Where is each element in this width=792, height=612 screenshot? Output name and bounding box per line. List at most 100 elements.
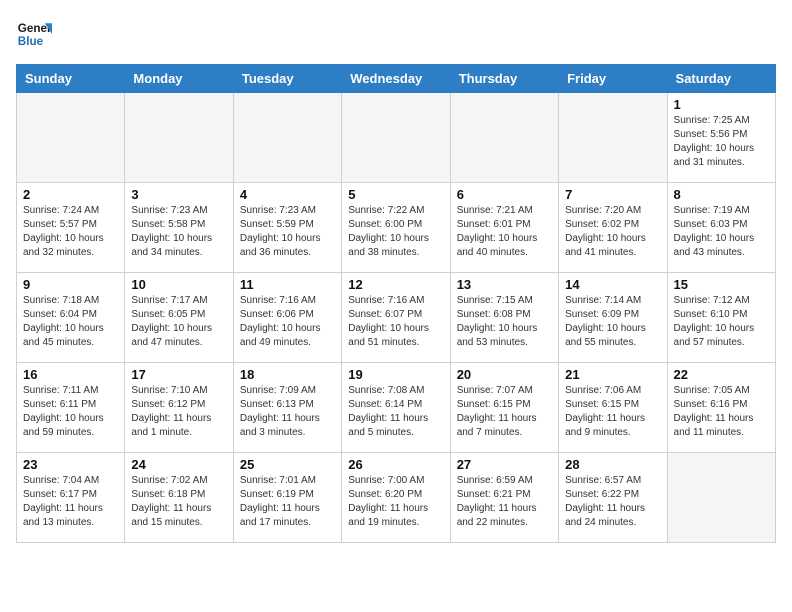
- day-number: 16: [23, 367, 118, 382]
- day-info: Sunrise: 7:18 AM Sunset: 6:04 PM Dayligh…: [23, 294, 118, 350]
- day-info: Sunrise: 7:01 AM Sunset: 6:19 PM Dayligh…: [240, 474, 335, 530]
- day-info: Sunrise: 7:11 AM Sunset: 6:11 PM Dayligh…: [23, 384, 118, 440]
- week-row-3: 9 Sunrise: 7:18 AM Sunset: 6:04 PM Daylig…: [17, 273, 776, 363]
- day-number: 14: [565, 277, 660, 292]
- day-number: 13: [457, 277, 552, 292]
- calendar-cell: 28 Sunrise: 6:57 AM Sunset: 6:22 PM Dayli…: [559, 453, 667, 543]
- day-number: 6: [457, 187, 552, 202]
- calendar-cell: 18 Sunrise: 7:09 AM Sunset: 6:13 PM Dayli…: [233, 363, 341, 453]
- calendar-cell: 2 Sunrise: 7:24 AM Sunset: 5:57 PM Daylig…: [17, 183, 125, 273]
- day-number: 26: [348, 457, 443, 472]
- day-number: 2: [23, 187, 118, 202]
- day-number: 9: [23, 277, 118, 292]
- calendar-cell: 11 Sunrise: 7:16 AM Sunset: 6:06 PM Dayli…: [233, 273, 341, 363]
- day-number: 7: [565, 187, 660, 202]
- day-info: Sunrise: 7:20 AM Sunset: 6:02 PM Dayligh…: [565, 204, 660, 260]
- day-info: Sunrise: 7:16 AM Sunset: 6:06 PM Dayligh…: [240, 294, 335, 350]
- day-info: Sunrise: 7:10 AM Sunset: 6:12 PM Dayligh…: [131, 384, 226, 440]
- day-info: Sunrise: 7:17 AM Sunset: 6:05 PM Dayligh…: [131, 294, 226, 350]
- weekday-header-sunday: Sunday: [17, 65, 125, 93]
- day-number: 10: [131, 277, 226, 292]
- day-info: Sunrise: 7:07 AM Sunset: 6:15 PM Dayligh…: [457, 384, 552, 440]
- weekday-header-saturday: Saturday: [667, 65, 775, 93]
- week-row-4: 16 Sunrise: 7:11 AM Sunset: 6:11 PM Dayli…: [17, 363, 776, 453]
- day-number: 27: [457, 457, 552, 472]
- calendar-cell: [17, 93, 125, 183]
- calendar-cell: 13 Sunrise: 7:15 AM Sunset: 6:08 PM Dayli…: [450, 273, 558, 363]
- day-info: Sunrise: 6:57 AM Sunset: 6:22 PM Dayligh…: [565, 474, 660, 530]
- week-row-5: 23 Sunrise: 7:04 AM Sunset: 6:17 PM Dayli…: [17, 453, 776, 543]
- day-info: Sunrise: 7:25 AM Sunset: 5:56 PM Dayligh…: [674, 114, 769, 170]
- day-number: 5: [348, 187, 443, 202]
- calendar-cell: 19Sunrise: 7:08 AM Sunset: 6:14 PM Dayli…: [342, 363, 450, 453]
- day-info: Sunrise: 7:12 AM Sunset: 6:10 PM Dayligh…: [674, 294, 769, 350]
- day-number: 28: [565, 457, 660, 472]
- day-number: 22: [674, 367, 769, 382]
- day-number: 20: [457, 367, 552, 382]
- calendar-cell: 10 Sunrise: 7:17 AM Sunset: 6:05 PM Dayli…: [125, 273, 233, 363]
- day-number: 24: [131, 457, 226, 472]
- calendar-cell: 25 Sunrise: 7:01 AM Sunset: 6:19 PM Dayli…: [233, 453, 341, 543]
- day-info: Sunrise: 7:16 AM Sunset: 6:07 PM Dayligh…: [348, 294, 443, 350]
- day-number: 23: [23, 457, 118, 472]
- calendar-cell: 7 Sunrise: 7:20 AM Sunset: 6:02 PM Daylig…: [559, 183, 667, 273]
- day-info: Sunrise: 7:24 AM Sunset: 5:57 PM Dayligh…: [23, 204, 118, 260]
- calendar-cell: 17Sunrise: 7:10 AM Sunset: 6:12 PM Dayli…: [125, 363, 233, 453]
- day-info: Sunrise: 7:09 AM Sunset: 6:13 PM Dayligh…: [240, 384, 335, 440]
- calendar-cell: 14 Sunrise: 7:14 AM Sunset: 6:09 PM Dayli…: [559, 273, 667, 363]
- day-number: 4: [240, 187, 335, 202]
- day-info: Sunrise: 7:23 AM Sunset: 5:58 PM Dayligh…: [131, 204, 226, 260]
- calendar-cell: [450, 93, 558, 183]
- day-number: 19: [348, 367, 443, 382]
- day-number: 18: [240, 367, 335, 382]
- day-info: Sunrise: 6:59 AM Sunset: 6:21 PM Dayligh…: [457, 474, 552, 530]
- calendar-cell: [342, 93, 450, 183]
- calendar-cell: 23 Sunrise: 7:04 AM Sunset: 6:17 PM Dayli…: [17, 453, 125, 543]
- calendar-cell: [667, 453, 775, 543]
- day-number: 15: [674, 277, 769, 292]
- day-info: Sunrise: 7:05 AM Sunset: 6:16 PM Dayligh…: [674, 384, 769, 440]
- calendar-cell: 9 Sunrise: 7:18 AM Sunset: 6:04 PM Daylig…: [17, 273, 125, 363]
- day-info: Sunrise: 7:06 AM Sunset: 6:15 PM Dayligh…: [565, 384, 660, 440]
- calendar-cell: 22 Sunrise: 7:05 AM Sunset: 6:16 PM Dayli…: [667, 363, 775, 453]
- calendar-cell: 1 Sunrise: 7:25 AM Sunset: 5:56 PM Daylig…: [667, 93, 775, 183]
- calendar-cell: 27 Sunrise: 6:59 AM Sunset: 6:21 PM Dayli…: [450, 453, 558, 543]
- calendar-cell: 20 Sunrise: 7:07 AM Sunset: 6:15 PM Dayli…: [450, 363, 558, 453]
- calendar-cell: 15 Sunrise: 7:12 AM Sunset: 6:10 PM Dayli…: [667, 273, 775, 363]
- day-info: Sunrise: 7:00 AM Sunset: 6:20 PM Dayligh…: [348, 474, 443, 530]
- day-info: Sunrise: 7:14 AM Sunset: 6:09 PM Dayligh…: [565, 294, 660, 350]
- calendar-cell: 12 Sunrise: 7:16 AM Sunset: 6:07 PM Dayli…: [342, 273, 450, 363]
- day-number: 25: [240, 457, 335, 472]
- calendar-cell: [233, 93, 341, 183]
- weekday-header-friday: Friday: [559, 65, 667, 93]
- calendar-cell: 6Sunrise: 7:21 AM Sunset: 6:01 PM Daylig…: [450, 183, 558, 273]
- weekday-header-tuesday: Tuesday: [233, 65, 341, 93]
- day-number: 8: [674, 187, 769, 202]
- calendar-cell: 26 Sunrise: 7:00 AM Sunset: 6:20 PM Dayli…: [342, 453, 450, 543]
- day-number: 1: [674, 97, 769, 112]
- day-number: 11: [240, 277, 335, 292]
- calendar-cell: 5 Sunrise: 7:22 AM Sunset: 6:00 PM Daylig…: [342, 183, 450, 273]
- calendar-cell: 4Sunrise: 7:23 AM Sunset: 5:59 PM Daylig…: [233, 183, 341, 273]
- calendar-cell: 24 Sunrise: 7:02 AM Sunset: 6:18 PM Dayli…: [125, 453, 233, 543]
- logo: General Blue: [16, 16, 56, 52]
- weekday-header-thursday: Thursday: [450, 65, 558, 93]
- day-info: Sunrise: 7:19 AM Sunset: 6:03 PM Dayligh…: [674, 204, 769, 260]
- svg-text:Blue: Blue: [18, 35, 44, 48]
- weekday-header-wednesday: Wednesday: [342, 65, 450, 93]
- calendar-cell: 8 Sunrise: 7:19 AM Sunset: 6:03 PM Daylig…: [667, 183, 775, 273]
- day-info: Sunrise: 7:15 AM Sunset: 6:08 PM Dayligh…: [457, 294, 552, 350]
- day-info: Sunrise: 7:02 AM Sunset: 6:18 PM Dayligh…: [131, 474, 226, 530]
- day-number: 3: [131, 187, 226, 202]
- day-number: 12: [348, 277, 443, 292]
- weekday-header-monday: Monday: [125, 65, 233, 93]
- calendar-cell: [559, 93, 667, 183]
- calendar-cell: 21Sunrise: 7:06 AM Sunset: 6:15 PM Dayli…: [559, 363, 667, 453]
- logo-icon: General Blue: [16, 16, 52, 52]
- week-row-1: 1 Sunrise: 7:25 AM Sunset: 5:56 PM Daylig…: [17, 93, 776, 183]
- calendar-cell: [125, 93, 233, 183]
- day-info: Sunrise: 7:22 AM Sunset: 6:00 PM Dayligh…: [348, 204, 443, 260]
- calendar-cell: 3 Sunrise: 7:23 AM Sunset: 5:58 PM Daylig…: [125, 183, 233, 273]
- day-info: Sunrise: 7:04 AM Sunset: 6:17 PM Dayligh…: [23, 474, 118, 530]
- weekday-header-row: SundayMondayTuesdayWednesdayThursdayFrid…: [17, 65, 776, 93]
